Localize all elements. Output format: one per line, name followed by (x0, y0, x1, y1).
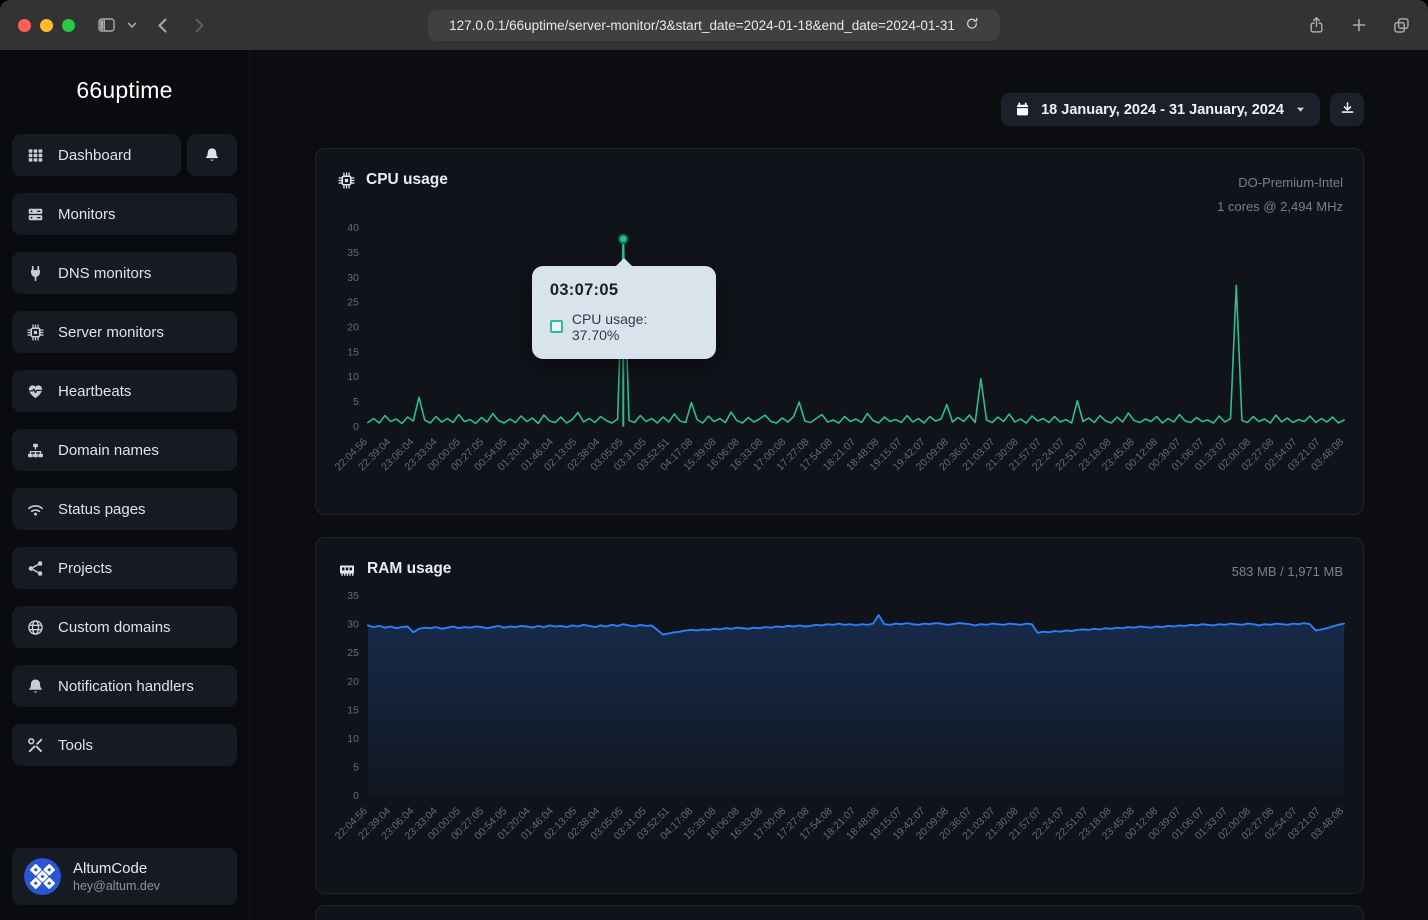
sidebar-item-projects[interactable]: Projects (12, 547, 237, 589)
svg-text:25: 25 (347, 648, 359, 659)
brand-title: 66uptime (12, 77, 237, 104)
caret-down-icon (1295, 104, 1306, 115)
table-cells-icon (27, 147, 44, 164)
browser-window: 127.0.0.1/66uptime/server-monitor/3&star… (0, 0, 1428, 920)
export-button[interactable] (1330, 93, 1364, 126)
sidebar-item-label: Status pages (58, 501, 146, 518)
traffic-lights (18, 19, 75, 32)
svg-text:35: 35 (347, 248, 359, 259)
zoom-window-button[interactable] (62, 19, 75, 32)
address-bar[interactable]: 127.0.0.1/66uptime/server-monitor/3&star… (428, 10, 1000, 41)
partial-card (315, 905, 1364, 920)
sidebar-item-domain-names[interactable]: Domain names (12, 429, 237, 471)
sidebar-nav: Dashboard Monitors DNS monitors Server moni… (12, 134, 237, 766)
bell-icon (204, 147, 220, 163)
sidebar-item-dashboard[interactable]: Dashboard (12, 134, 181, 176)
svg-text:35: 35 (347, 591, 359, 602)
back-icon[interactable] (156, 17, 168, 34)
plug-icon (27, 265, 44, 282)
svg-text:30: 30 (347, 620, 359, 631)
sidebar-item-label: Domain names (58, 442, 159, 459)
bell-icon (27, 678, 44, 695)
cpu-usage-chart[interactable]: 051015202530354022:04:5622:39:0423:06:04… (316, 149, 1363, 514)
user-email: hey@altum.dev (73, 879, 160, 893)
toolbar: 18 January, 2024 - 31 January, 2024 (1001, 93, 1364, 126)
cpu-usage-card: CPU usage DO-Premium-Intel 1 cores @ 2,4… (315, 148, 1364, 515)
svg-text:0: 0 (353, 791, 359, 802)
sidebar: 66uptime Dashboard Monitors DNS monitors Se… (0, 50, 250, 920)
user-name: AltumCode (73, 860, 160, 879)
close-window-button[interactable] (18, 19, 31, 32)
download-icon (1340, 101, 1355, 119)
notifications-button[interactable] (187, 134, 237, 176)
share-icon[interactable] (1308, 16, 1325, 34)
svg-text:30: 30 (347, 273, 359, 284)
sidebar-item-label: Heartbeats (58, 383, 131, 400)
date-range-label: 18 January, 2024 - 31 January, 2024 (1041, 102, 1284, 118)
tooltip-time: 03:07:05 (550, 281, 698, 300)
svg-text:25: 25 (347, 298, 359, 309)
svg-text:5: 5 (353, 397, 359, 408)
sidebar-item-label: Tools (58, 737, 93, 754)
minimize-window-button[interactable] (40, 19, 53, 32)
new-tab-icon[interactable] (1351, 17, 1367, 33)
globe-icon (27, 619, 44, 636)
date-range-picker[interactable]: 18 January, 2024 - 31 January, 2024 (1001, 93, 1320, 126)
sidebar-item-status-pages[interactable]: Status pages (12, 488, 237, 530)
wifi-icon (27, 501, 44, 518)
sidebar-item-tools[interactable]: Tools (12, 724, 237, 766)
sidebar-item-label: Dashboard (58, 147, 131, 164)
svg-text:0: 0 (353, 422, 359, 433)
avatar (24, 858, 61, 895)
sidebar-item-label: Projects (58, 560, 112, 577)
microchip-icon (27, 324, 44, 341)
ram-usage-card: RAM usage 583 MB / 1,971 MB 051015202530… (315, 537, 1364, 894)
sidebar-item-label: Custom domains (58, 619, 171, 636)
tab-overview-icon[interactable] (1393, 17, 1410, 34)
svg-text:15: 15 (347, 705, 359, 716)
sidebar-item-label: Notification handlers (58, 678, 194, 695)
calendar-icon (1015, 102, 1030, 117)
sidebar-item-label: Server monitors (58, 324, 164, 341)
svg-text:10: 10 (347, 734, 359, 745)
share-nodes-icon (27, 560, 44, 577)
heart-pulse-icon (27, 383, 44, 400)
chart-tooltip: 03:07:05 CPU usage: 37.70% (532, 266, 716, 359)
svg-text:5: 5 (353, 762, 359, 773)
sidebar-item-server-monitors[interactable]: Server monitors (12, 311, 237, 353)
tooltip-value: CPU usage: 37.70% (572, 311, 698, 343)
svg-text:20: 20 (347, 677, 359, 688)
user-card[interactable]: AltumCode hey@altum.dev (12, 848, 237, 905)
sidebar-item-monitors[interactable]: Monitors (12, 193, 237, 235)
reload-icon[interactable] (965, 16, 979, 34)
svg-text:20: 20 (347, 323, 359, 334)
svg-text:15: 15 (347, 347, 359, 358)
series-swatch-icon (550, 320, 563, 333)
svg-text:40: 40 (347, 223, 359, 234)
main-content: 18 January, 2024 - 31 January, 2024 (250, 50, 1428, 920)
sidebar-item-label: Monitors (58, 206, 116, 223)
sidebar-item-custom-domains[interactable]: Custom domains (12, 606, 237, 648)
tools-icon (27, 737, 44, 754)
forward-icon[interactable] (194, 17, 206, 34)
server-icon (27, 206, 44, 223)
sitemap-icon (27, 442, 44, 459)
url-text: 127.0.0.1/66uptime/server-monitor/3&star… (449, 18, 955, 33)
sidebar-item-dns-monitors[interactable]: DNS monitors (12, 252, 237, 294)
ram-usage-chart[interactable]: 0510152025303522:04:5622:39:0423:06:0423… (316, 538, 1363, 893)
sidebar-item-heartbeats[interactable]: Heartbeats (12, 370, 237, 412)
sidebar-item-notification-handlers[interactable]: Notification handlers (12, 665, 237, 707)
svg-text:10: 10 (347, 372, 359, 383)
sidebar-toggle-icon[interactable] (97, 17, 116, 33)
browser-chrome: 127.0.0.1/66uptime/server-monitor/3&star… (0, 0, 1428, 50)
chevron-down-icon[interactable] (126, 19, 138, 31)
sidebar-item-label: DNS monitors (58, 265, 151, 282)
